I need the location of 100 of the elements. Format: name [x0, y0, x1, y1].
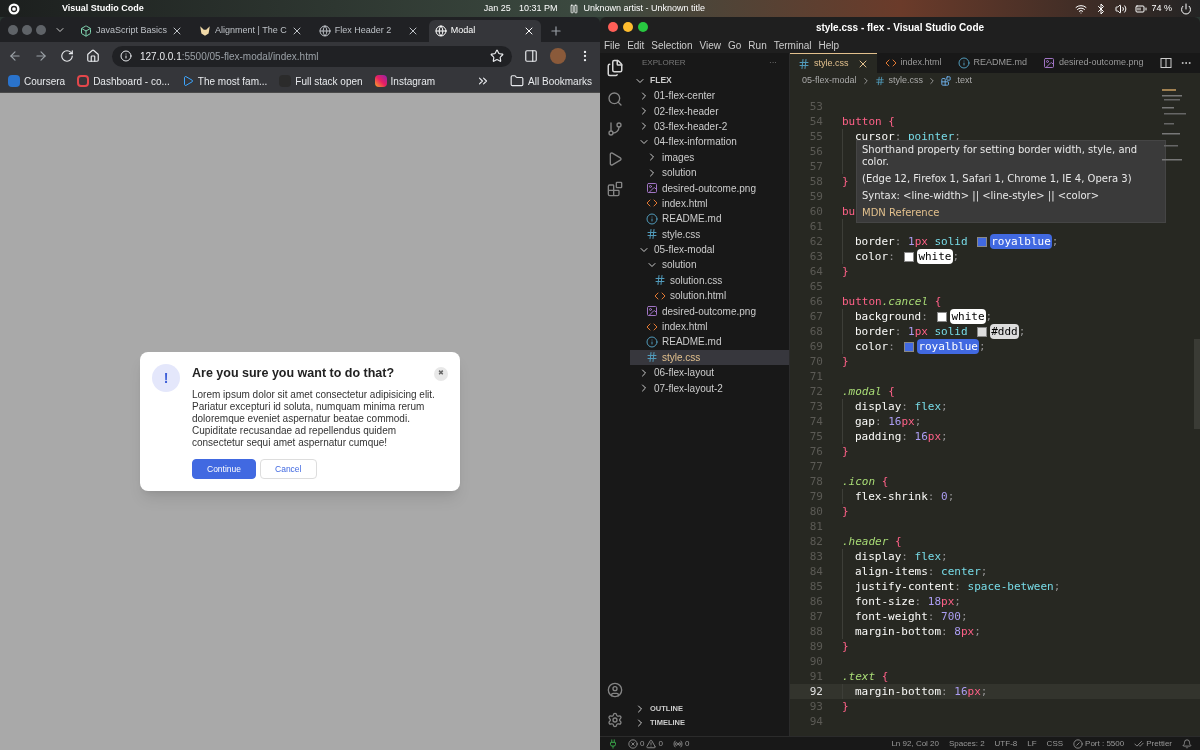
- tree-item[interactable]: 07-flex-layout-2: [630, 380, 789, 396]
- tree-item[interactable]: 02-flex-header: [630, 103, 789, 119]
- encoding[interactable]: UTF-8: [994, 737, 1018, 750]
- warning-count[interactable]: 0: [658, 737, 663, 750]
- code-token: {: [933, 294, 942, 309]
- code-token: ;: [961, 609, 968, 624]
- code-token: color: [855, 339, 889, 354]
- menu-item[interactable]: Help: [818, 37, 840, 53]
- code-token: .text: [842, 669, 876, 684]
- code-token: .modal: [842, 384, 882, 399]
- bookmark[interactable]: Instagram: [374, 73, 436, 89]
- date: Jan 25: [483, 1, 511, 15]
- tree-item[interactable]: README.md: [630, 334, 789, 350]
- prettier-status[interactable]: Prettier: [1146, 737, 1172, 750]
- editor-tab[interactable]: README.md: [949, 53, 1036, 73]
- code-token: ;: [1018, 324, 1026, 339]
- editor-tab[interactable]: index.html: [876, 53, 950, 73]
- tree-item[interactable]: style.css: [630, 349, 789, 366]
- menu-item[interactable]: File: [604, 37, 621, 53]
- tree-item[interactable]: 06-flex-layout: [630, 365, 789, 381]
- tree-item[interactable]: index.html: [630, 195, 789, 212]
- mdn-link[interactable]: MDN Reference: [862, 207, 1160, 219]
- code-token: 1: [908, 324, 915, 339]
- bookmark[interactable]: Full stack open: [279, 73, 363, 89]
- cursor-position[interactable]: Ln 92, Col 20: [891, 737, 939, 750]
- color-value: white: [917, 249, 953, 264]
- code-token: bu: [842, 204, 856, 219]
- code-token: align-items: [855, 564, 928, 579]
- code-token: }: [842, 354, 849, 369]
- code-token: px: [941, 594, 955, 609]
- error-count[interactable]: 0: [640, 737, 645, 750]
- browser-tab[interactable]: Flex Header 2: [312, 20, 425, 42]
- code-token: }: [842, 639, 849, 654]
- tree-item[interactable]: desired-outcome.png: [630, 303, 789, 319]
- tree-item[interactable]: README.md: [630, 211, 789, 227]
- code-token: font-size: [855, 594, 915, 609]
- browser-tab[interactable]: Alignment | The C: [193, 20, 309, 42]
- bookmark[interactable]: The most fam...: [181, 73, 268, 89]
- tree-item[interactable]: solution.html: [630, 288, 789, 304]
- tree-item[interactable]: solution: [630, 257, 789, 273]
- editor-tab[interactable]: desired-outcome.png: [1035, 53, 1152, 73]
- code-token: display: [855, 549, 902, 564]
- menu-item[interactable]: Run: [748, 37, 767, 53]
- tree-item[interactable]: 04-flex-information: [630, 134, 789, 150]
- code-token: center: [941, 564, 981, 579]
- tree-item[interactable]: 05-flex-modal: [630, 241, 789, 258]
- code-token: ;: [941, 429, 948, 444]
- menu-item[interactable]: Go: [728, 37, 742, 53]
- code-token: background: [855, 309, 922, 324]
- tree-item[interactable]: style.css: [630, 226, 789, 242]
- color-value: white: [950, 309, 986, 324]
- tree-item[interactable]: solution.css: [630, 272, 789, 289]
- language-mode[interactable]: CSS: [1046, 737, 1064, 750]
- tree-item[interactable]: 03-flex-header-2: [630, 118, 789, 135]
- code-token: ;: [952, 249, 960, 264]
- tab-title: Modal: [450, 24, 477, 38]
- color-value: royalblue: [917, 339, 979, 354]
- tree-item[interactable]: desired-outcome.png: [630, 180, 789, 196]
- tree-item[interactable]: images: [630, 149, 789, 165]
- code-token: :: [914, 594, 923, 609]
- tree-item[interactable]: index.html: [630, 318, 789, 335]
- code-token: ;: [979, 339, 986, 354]
- breadcrumb-item[interactable]: style.css: [888, 74, 924, 88]
- code-token: :: [901, 429, 909, 444]
- code-token: :: [888, 249, 896, 264]
- line-ending[interactable]: LF: [1027, 737, 1037, 750]
- breadcrumb-item[interactable]: 05-flex-modal: [802, 74, 857, 88]
- continue-button[interactable]: Continue: [192, 458, 257, 479]
- menu-item[interactable]: View: [699, 37, 721, 53]
- folder-header[interactable]: FLEX: [650, 74, 672, 87]
- menu-item[interactable]: Terminal: [773, 37, 812, 53]
- indentation[interactable]: Spaces: 2: [949, 737, 985, 750]
- code-token: :: [894, 129, 903, 144]
- code-token: :: [941, 624, 949, 639]
- code-token: display: [855, 399, 902, 414]
- code-token: font-weight: [855, 609, 928, 624]
- address-bar[interactable]: 127.0.0.1:5500/05-flex-modal/index.html: [112, 45, 512, 67]
- code-token: padding: [855, 429, 902, 444]
- code-token: margin-bottom: [855, 684, 942, 699]
- all-bookmarks[interactable]: All Bookmarks: [528, 73, 592, 89]
- tab-title: Alignment | The C: [215, 24, 287, 38]
- cancel-button[interactable]: Cancel: [260, 458, 317, 479]
- code-token: ;: [1051, 234, 1059, 249]
- editor-tab[interactable]: style.css: [790, 53, 877, 73]
- breadcrumb-item[interactable]: .text: [955, 74, 973, 88]
- tree-item[interactable]: 01-flex-center: [630, 88, 789, 104]
- live-server-status[interactable]: Port : 5500: [1085, 737, 1125, 750]
- browser-tab[interactable]: Modal: [428, 20, 541, 42]
- menu-item[interactable]: Edit: [627, 37, 645, 53]
- browser-tab[interactable]: JavaScript Basics: [74, 20, 190, 42]
- bookmark[interactable]: Dashboard - co...: [77, 73, 170, 89]
- bookmark[interactable]: Coursera: [8, 73, 66, 89]
- code-token: ;: [914, 414, 922, 429]
- menu-item[interactable]: Selection: [651, 37, 693, 53]
- tree-item[interactable]: solution: [630, 164, 789, 181]
- ports-count[interactable]: 0: [684, 737, 690, 750]
- more-actions[interactable]: ···: [769, 57, 777, 69]
- code-token: 16: [888, 414, 902, 429]
- code-token: color: [855, 249, 889, 264]
- code-token: 16: [954, 684, 968, 699]
